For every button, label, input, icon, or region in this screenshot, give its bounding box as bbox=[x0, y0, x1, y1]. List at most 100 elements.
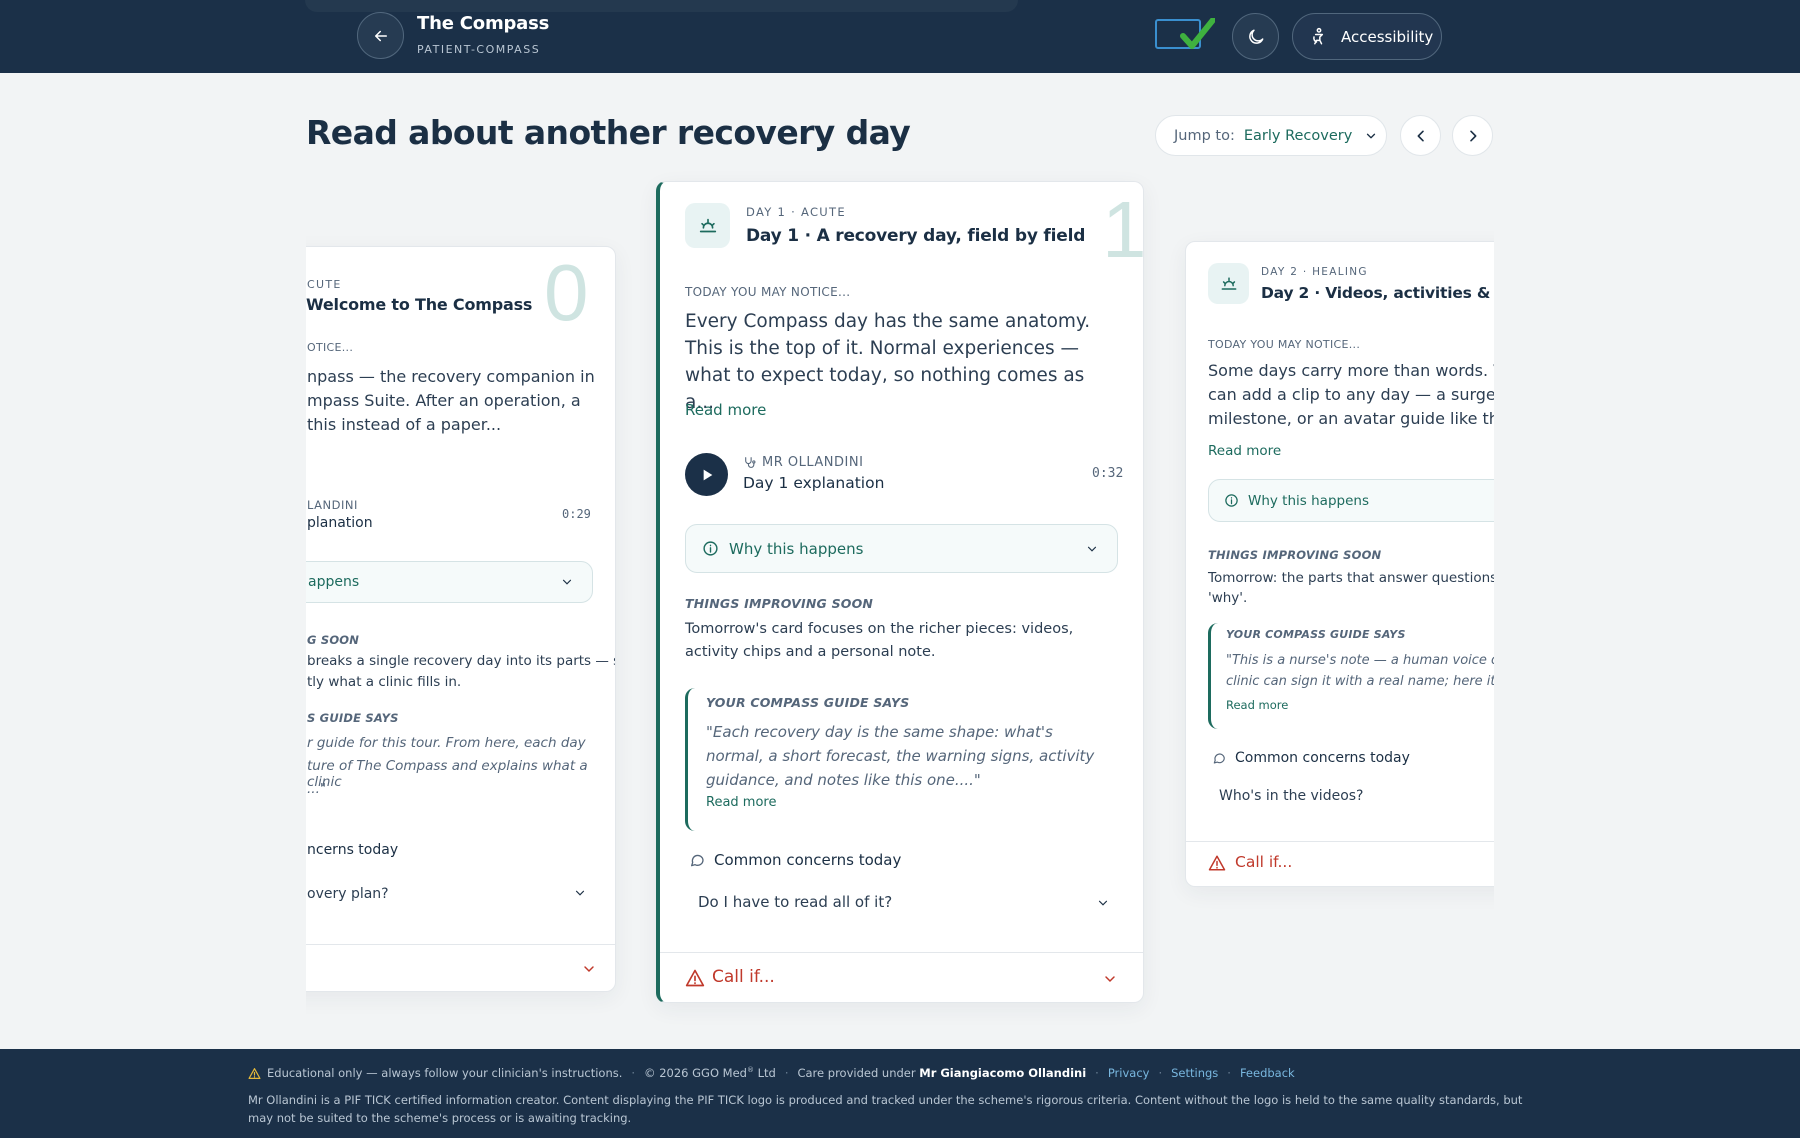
warning-icon bbox=[685, 969, 705, 987]
footer-care-prefix: Care provided under bbox=[797, 1066, 920, 1080]
chevron-down-icon bbox=[1367, 133, 1376, 138]
improving-soon-line-2: tly what a clinic fills in. bbox=[307, 674, 462, 690]
guide-line-2: clinic can sign it with a real name; her… bbox=[1226, 674, 1494, 689]
guide-line-2: ture of The Compass and explains what a … bbox=[307, 758, 588, 790]
call-if-toggle[interactable]: Call if... bbox=[712, 967, 775, 987]
next-day-button[interactable] bbox=[1452, 115, 1493, 156]
audio-title: planation bbox=[307, 515, 373, 531]
call-if-toggle[interactable]: Call if... bbox=[1235, 853, 1292, 871]
concerns-label: Common concerns today bbox=[1235, 750, 1410, 766]
moon-icon bbox=[1248, 29, 1263, 44]
guide-text: "Each recovery day is the same shape: wh… bbox=[706, 723, 1095, 789]
audio-duration: 0:29 bbox=[562, 507, 591, 521]
guide-label: S GUIDE SAYS bbox=[307, 711, 399, 725]
settings-link[interactable]: Settings bbox=[1171, 1066, 1218, 1080]
footer-pif-note: Mr Ollandini is a PIF TICK certified inf… bbox=[248, 1093, 1523, 1125]
card-title: Day 1 · A recovery day, field by field bbox=[746, 226, 1086, 246]
concern-question[interactable]: Who's in the videos? bbox=[1219, 788, 1363, 804]
footer-care-name: Mr Giangiacomo Ollandini bbox=[919, 1066, 1087, 1080]
feedback-link[interactable]: Feedback bbox=[1240, 1066, 1295, 1080]
accessibility-label: Accessibility bbox=[1341, 27, 1434, 46]
divider bbox=[660, 952, 1143, 953]
play-button[interactable] bbox=[685, 453, 728, 496]
read-more-link[interactable]: Read more bbox=[685, 401, 766, 419]
why-this-happens-toggle[interactable]: appens bbox=[306, 561, 593, 603]
day-number: 1 bbox=[1102, 185, 1144, 274]
guide-read-more-link[interactable]: Read more bbox=[1226, 698, 1288, 712]
jump-to-label: Jump to: bbox=[1174, 127, 1235, 144]
why-label: Why this happens bbox=[1248, 492, 1369, 509]
notice-line-1: Some days carry more than words. Vic bbox=[1208, 361, 1494, 380]
jump-to-value: Early Recovery bbox=[1243, 127, 1353, 144]
chevron-down-icon bbox=[562, 579, 572, 585]
top-header: The Compass PATIENT-COMPASS Accessibilit… bbox=[0, 0, 1800, 73]
play-icon bbox=[703, 469, 712, 480]
read-more-link[interactable]: Read more bbox=[1208, 443, 1281, 459]
footer: Educational only — always follow your cl… bbox=[0, 1049, 1800, 1138]
guide-line-1: r guide for this tour. From here, each d… bbox=[307, 735, 586, 751]
improving-soon-text: Tomorrow's card focuses on the richer pi… bbox=[685, 621, 1074, 660]
notice-label: TODAY YOU MAY NOTICE... bbox=[1208, 338, 1361, 351]
guide-read-more-link[interactable]: Read more bbox=[706, 795, 776, 810]
card-title: Welcome to The Compass bbox=[306, 295, 533, 314]
chevron-down-icon[interactable] bbox=[573, 886, 587, 900]
card-eyebrow: CUTE bbox=[307, 278, 342, 291]
warning-icon bbox=[248, 1067, 261, 1079]
notice-line-1: npass — the recovery companion in bbox=[307, 367, 595, 386]
chevron-down-icon bbox=[1087, 546, 1097, 552]
chevron-left-icon bbox=[1417, 130, 1424, 141]
why-this-happens-toggle[interactable]: Why this happens bbox=[1208, 479, 1494, 522]
chevron-down-icon[interactable] bbox=[1102, 971, 1118, 987]
day-carousel: CUTE Welcome to The Compass 0 OTICE... n… bbox=[306, 165, 1494, 1025]
notice-text: Every Compass day has the same anatomy. … bbox=[685, 311, 1091, 413]
why-label: Why this happens bbox=[729, 539, 864, 558]
footer-copyright: © 2026 GGO Med® Ltd bbox=[644, 1066, 776, 1080]
notice-label: TODAY YOU MAY NOTICE... bbox=[685, 285, 851, 299]
previous-day-button[interactable] bbox=[1400, 115, 1441, 156]
audio-author: MR OLLANDINI bbox=[762, 455, 864, 470]
concern-question[interactable]: overy plan? bbox=[307, 886, 389, 902]
card-eyebrow: DAY 1 · ACUTE bbox=[746, 205, 846, 219]
notice-line-3: milestone, or an avatar guide like the..… bbox=[1208, 409, 1494, 428]
accessibility-button[interactable]: Accessibility bbox=[1292, 13, 1442, 60]
notice-line-2: mpass Suite. After an operation, a bbox=[307, 391, 581, 410]
notice-label: OTICE... bbox=[307, 341, 354, 354]
back-button[interactable] bbox=[357, 12, 404, 59]
sunrise-icon bbox=[1208, 263, 1249, 304]
day-card-2[interactable]: DAY 2 · HEALING Day 2 · Videos, activiti… bbox=[1185, 241, 1494, 887]
guide-label: YOUR COMPASS GUIDE SAYS bbox=[706, 695, 910, 710]
notice-line-2: can add a clip to any day — a surgeon e bbox=[1208, 385, 1494, 404]
privacy-link[interactable]: Privacy bbox=[1108, 1066, 1150, 1080]
concerns-label: Common concerns today bbox=[714, 851, 902, 869]
improving-soon-label: THINGS IMPROVING SOON bbox=[1208, 548, 1382, 562]
improving-soon-label: G SOON bbox=[307, 633, 360, 647]
info-icon bbox=[1225, 494, 1238, 507]
audio-duration: 0:32 bbox=[1092, 466, 1124, 481]
arrow-left-icon bbox=[374, 30, 387, 41]
guide-quote: YOUR COMPASS GUIDE SAYS "Each recovery d… bbox=[685, 688, 1115, 831]
day-number: 0 bbox=[544, 248, 589, 337]
chevron-down-icon[interactable] bbox=[1096, 896, 1110, 910]
improving-soon-label: THINGS IMPROVING SOON bbox=[685, 596, 874, 611]
app-subtitle: PATIENT-COMPASS bbox=[417, 43, 541, 56]
accessibility-icon bbox=[1313, 27, 1324, 44]
guide-line-3: ..." bbox=[307, 781, 327, 797]
header-strip bbox=[305, 0, 1018, 12]
chevron-down-icon[interactable] bbox=[581, 961, 597, 977]
day-card-0[interactable]: CUTE Welcome to The Compass 0 OTICE... n… bbox=[306, 246, 616, 992]
improving-soon-line-1: breaks a single recovery day into its pa… bbox=[307, 653, 616, 669]
theme-toggle-button[interactable] bbox=[1232, 13, 1279, 60]
chat-bubble-icon bbox=[691, 854, 704, 867]
audio-title: Day 1 explanation bbox=[743, 474, 885, 492]
info-icon bbox=[703, 541, 718, 556]
day-card-1[interactable]: DAY 1 · ACUTE Day 1 · A recovery day, fi… bbox=[656, 181, 1144, 1003]
concern-question[interactable]: Do I have to read all of it? bbox=[698, 893, 892, 911]
improving-soon-line-2: 'why'. bbox=[1208, 590, 1248, 606]
why-this-happens-toggle[interactable]: Why this happens bbox=[685, 524, 1118, 573]
divider bbox=[306, 944, 615, 945]
page-title: Read about another recovery day bbox=[306, 113, 911, 152]
audio-author: LANDINI bbox=[307, 498, 358, 512]
footer-disclaimer: Educational only — always follow your cl… bbox=[267, 1066, 623, 1080]
improving-soon-line-1: Tomorrow: the parts that answer question… bbox=[1208, 570, 1494, 586]
jump-to-select[interactable]: Jump to: Early Recovery bbox=[1155, 115, 1387, 156]
